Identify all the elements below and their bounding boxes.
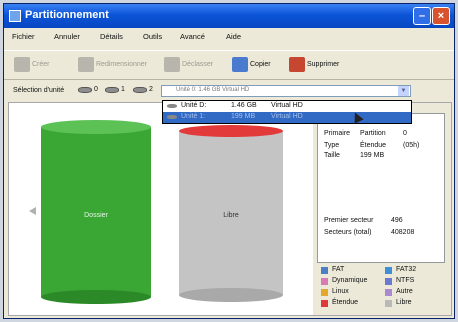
legend-fat32-swatch xyxy=(385,267,392,274)
menu-outils[interactable]: Outils xyxy=(143,32,162,41)
unit-select-value: Unité 0: 1.46 GB Virtual HD xyxy=(176,87,250,93)
menu-details[interactable]: Détails xyxy=(100,32,123,41)
menu-aide[interactable]: Aide xyxy=(226,32,241,41)
premier-secteur-value: 496 xyxy=(391,217,403,224)
legend-linux-swatch xyxy=(321,289,328,296)
disk-1-icon[interactable] xyxy=(105,87,119,93)
hard-disk-icon xyxy=(167,115,177,119)
taille-value: 199 MB xyxy=(360,152,385,159)
legend-autre-swatch xyxy=(385,289,392,296)
partition-view: Dossier Libre Primaire Partition 0 Type … xyxy=(8,102,452,316)
disk-0-label[interactable]: 0 xyxy=(94,86,98,93)
partition-graphic: Dossier Libre xyxy=(9,103,313,315)
title-bar[interactable]: Partitionnement – × xyxy=(4,4,454,28)
unit-option-1[interactable]: Unité 1: 199 MB Virtual HD xyxy=(163,112,411,123)
menu-bar: Fichier Annuler Détails Outils Avancé Ai… xyxy=(4,30,454,44)
create-icon xyxy=(14,57,30,72)
unit-dropdown-list: Unité D: 1.46 GB Virtual HD Unité 1: 199… xyxy=(162,100,412,124)
legend-etendue-swatch xyxy=(321,300,328,307)
type-code: (05h) xyxy=(403,142,420,149)
unit-select[interactable]: Unité 0: 1.46 GB Virtual HD ▼ xyxy=(161,85,411,97)
unit-selection-row: Sélection d'unité 0 1 2 Unité 0: 1.46 GB… xyxy=(4,82,454,100)
type-value: Étendue xyxy=(360,142,387,149)
chevron-down-icon[interactable]: ▼ xyxy=(398,86,409,96)
disk-1-label[interactable]: 1 xyxy=(121,86,125,93)
menu-fichier[interactable]: Fichier xyxy=(12,32,35,41)
type-label: Type xyxy=(324,142,340,149)
copy-icon xyxy=(232,57,248,72)
menu-avance[interactable]: Avancé xyxy=(180,32,205,41)
unlock-icon xyxy=(164,57,180,72)
menu-annuler[interactable]: Annuler xyxy=(54,32,80,41)
resize-icon xyxy=(78,57,94,72)
partition-value: 0 xyxy=(403,130,407,137)
partition-window: Partitionnement – × Fichier Annuler Déta… xyxy=(3,3,455,319)
close-button[interactable]: × xyxy=(432,7,450,25)
secteurs-total-label: Secteurs (total) xyxy=(324,229,372,236)
details-panel: Primaire Partition 0 Type Étendue (05h) … xyxy=(313,103,451,315)
partition-label: Partition xyxy=(360,130,386,137)
disk-2-label[interactable]: 2 xyxy=(149,86,153,93)
unit-option-d[interactable]: Unité D: 1.46 GB Virtual HD xyxy=(163,101,411,112)
details-content: Primaire Partition 0 Type Étendue (05h) … xyxy=(317,113,445,263)
minimize-button[interactable]: – xyxy=(413,7,431,25)
premier-secteur-label: Premier secteur xyxy=(324,217,374,224)
legend-fat-swatch xyxy=(321,267,328,274)
secteurs-total-value: 408208 xyxy=(391,229,415,236)
toolbar: Créer Redimensionner Déclasser Copier Su… xyxy=(4,50,454,80)
app-icon xyxy=(9,10,21,22)
disk-2-icon[interactable] xyxy=(133,87,147,93)
partition-dossier-label: Dossier xyxy=(84,212,108,219)
hard-disk-icon xyxy=(167,104,177,108)
taille-label: Taille xyxy=(324,152,340,159)
partition-libre-label: Libre xyxy=(223,212,239,219)
delete-icon xyxy=(289,57,305,72)
primaire-label: Primaire xyxy=(324,130,351,137)
legend-libre-swatch xyxy=(385,300,392,307)
window-title: Partitionnement xyxy=(25,9,109,21)
unit-selection-label: Sélection d'unité xyxy=(13,87,65,94)
legend-dynamique-swatch xyxy=(321,278,328,285)
disk-0-icon[interactable] xyxy=(78,87,92,93)
legend-ntfs-swatch xyxy=(385,278,392,285)
